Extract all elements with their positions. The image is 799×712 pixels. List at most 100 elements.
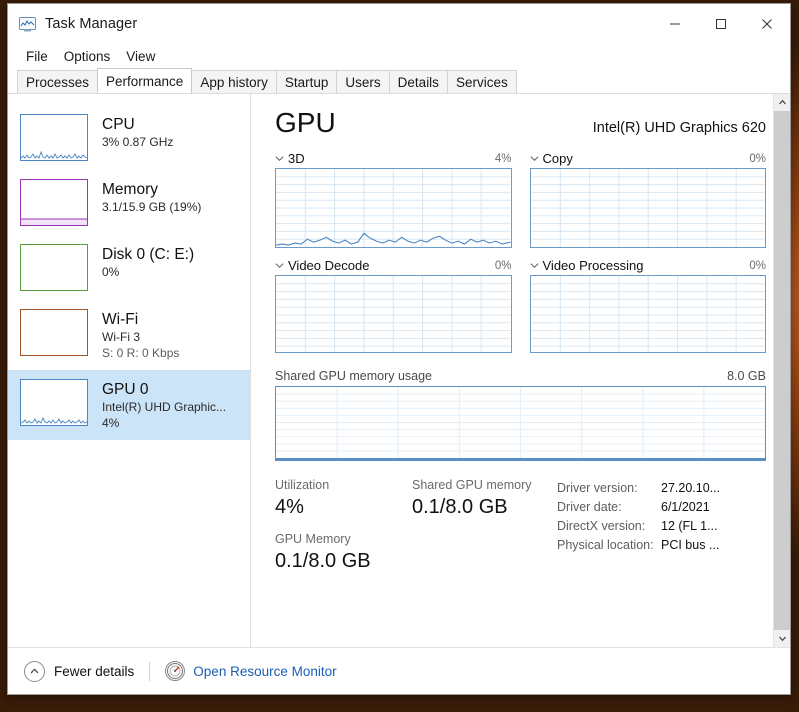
scrollbar-track[interactable] <box>774 111 790 630</box>
engine-name-video-processing: Video Processing <box>542 258 644 273</box>
chevron-down-icon <box>530 263 538 269</box>
stat-utilization: Utilization 4% <box>275 477 412 520</box>
tab-app-history[interactable]: App history <box>191 70 277 93</box>
gpu-info-list: Driver version: 27.20.10... Driver date:… <box>557 477 720 585</box>
maximize-button[interactable] <box>698 4 744 44</box>
shared-memory-header: Shared GPU memory usage 8.0 GB <box>275 369 766 386</box>
wifi-thumbnail-graph <box>20 309 88 356</box>
gpu-device-name: Intel(R) UHD Graphics 620 <box>592 120 766 136</box>
tab-performance[interactable]: Performance <box>97 68 193 93</box>
tab-services[interactable]: Services <box>446 70 517 93</box>
sidebar-item-cpu[interactable]: CPU 3% 0.87 GHz <box>8 105 250 170</box>
task-manager-icon <box>19 16 36 32</box>
shared-memory-max: 8.0 GB <box>727 369 766 383</box>
gpu-stats-left: Utilization 4% Shared GPU memory 0.1/8.0… <box>275 477 555 585</box>
vertical-scrollbar[interactable] <box>773 94 790 647</box>
info-driver-version: Driver version: 27.20.10... <box>557 479 720 498</box>
engine-name-3d: 3D <box>288 151 305 166</box>
shared-memory-section: Shared GPU memory usage 8.0 GB <box>275 369 766 461</box>
sidebar-cpu-name: CPU <box>102 116 135 133</box>
sidebar-item-memory[interactable]: Memory 3.1/15.9 GB (19%) <box>8 170 250 235</box>
open-resource-monitor-link[interactable]: Open Resource Monitor <box>165 661 337 681</box>
tab-users[interactable]: Users <box>336 70 390 93</box>
engine-label-row-video-decode[interactable]: Video Decode 0% <box>275 258 512 275</box>
stat-utilization-value: 4% <box>275 496 304 518</box>
window-title: Task Manager <box>45 16 138 32</box>
sidebar-item-disk[interactable]: Disk 0 (C: E:) 0% <box>8 235 250 300</box>
chevron-up-icon <box>778 99 786 105</box>
resource-sidebar: CPU 3% 0.87 GHz Memory 3.1/15.9 GB (19%) <box>8 94 251 647</box>
info-directx-version-value: 12 (FL 1... <box>661 519 718 533</box>
open-resource-monitor-label: Open Resource Monitor <box>193 663 337 679</box>
stat-gpu-memory-value: 0.1/8.0 GB <box>275 550 371 572</box>
cpu-thumbnail-graph <box>20 114 88 161</box>
menu-file[interactable]: File <box>18 47 56 66</box>
sidebar-gpu-name: GPU 0 <box>102 381 149 398</box>
chevron-up-circle-icon <box>24 660 45 682</box>
task-manager-window: Task Manager File Options View Processes… <box>7 3 791 695</box>
sidebar-gpu-device: Intel(R) UHD Graphic... <box>102 400 227 414</box>
window-controls <box>652 4 790 44</box>
menu-options[interactable]: Options <box>56 47 119 66</box>
tab-startup[interactable]: Startup <box>275 70 338 93</box>
engine-label-row-3d[interactable]: 3D 4% <box>275 151 512 168</box>
graph-shared-memory <box>275 386 766 461</box>
disk-thumbnail-graph <box>20 244 88 291</box>
sidebar-wifi-adapter: Wi-Fi 3 <box>102 330 140 344</box>
stat-gpu-memory: GPU Memory 0.1/8.0 GB <box>275 531 412 574</box>
scroll-down-button[interactable] <box>774 630 790 647</box>
chevron-down-icon <box>275 263 284 269</box>
scrollbar-thumb[interactable] <box>774 111 790 630</box>
engine-label-row-video-processing[interactable]: Video Processing 0% <box>530 258 766 275</box>
engine-label-row-copy[interactable]: Copy 0% <box>530 151 766 168</box>
info-directx-version-key: DirectX version: <box>557 519 646 533</box>
info-driver-date-value: 6/1/2021 <box>661 500 710 514</box>
memory-thumbnail-graph <box>20 179 88 226</box>
sidebar-memory-name: Memory <box>102 181 158 198</box>
stat-gpu-memory-label: GPU Memory <box>275 532 351 546</box>
menu-view[interactable]: View <box>118 47 163 66</box>
close-button[interactable] <box>744 4 790 44</box>
chevron-down-icon <box>530 156 538 162</box>
fewer-details-button[interactable]: Fewer details <box>24 660 134 682</box>
info-driver-date-key: Driver date: <box>557 500 622 514</box>
sidebar-wifi-name: Wi-Fi <box>102 311 139 328</box>
engine-cell-copy: Copy 0% <box>529 151 766 248</box>
tab-bar: Processes Performance App history Startu… <box>8 68 790 94</box>
info-driver-date: Driver date: 6/1/2021 <box>557 498 720 517</box>
menu-bar: File Options View <box>8 44 790 69</box>
engine-value-video-processing: 0% <box>749 259 766 272</box>
status-divider <box>149 661 151 681</box>
sidebar-disk-name: Disk 0 (C: E:) <box>102 246 195 263</box>
tab-processes[interactable]: Processes <box>17 70 99 93</box>
info-physical-location-value: PCI bus ... <box>661 538 720 552</box>
shared-memory-label: Shared GPU memory usage <box>275 369 433 383</box>
sidebar-memory-stat: 3.1/15.9 GB (19%) <box>102 200 202 214</box>
scroll-up-button[interactable] <box>774 94 790 111</box>
sidebar-item-gpu0[interactable]: GPU 0 Intel(R) UHD Graphic... 4% <box>8 370 250 440</box>
gpu-stats: Utilization 4% Shared GPU memory 0.1/8.0… <box>275 477 766 585</box>
gpu-thumbnail-graph <box>20 379 88 426</box>
sidebar-gpu-stat: 4% <box>102 416 120 430</box>
sidebar-item-wifi[interactable]: Wi-Fi Wi-Fi 3 S: 0 R: 0 Kbps <box>8 300 250 370</box>
graph-video-processing <box>529 275 766 353</box>
tab-details[interactable]: Details <box>388 70 448 93</box>
performance-body: CPU 3% 0.87 GHz Memory 3.1/15.9 GB (19%) <box>8 94 790 647</box>
info-directx-version: DirectX version: 12 (FL 1... <box>557 517 720 536</box>
stat-utilization-label: Utilization <box>275 478 330 492</box>
sidebar-wifi-throughput: S: 0 R: 0 Kbps <box>102 346 180 360</box>
page-title: GPU <box>275 107 336 138</box>
sidebar-disk-stat: 0% <box>102 265 120 279</box>
gpu-header: GPU Intel(R) UHD Graphics 620 <box>275 107 766 139</box>
chevron-down-icon <box>778 636 786 642</box>
graph-video-decode <box>275 275 512 353</box>
stat-shared-gpu-memory-label: Shared GPU memory <box>412 478 532 492</box>
minimize-button[interactable] <box>652 4 698 44</box>
sidebar-cpu-stat: 3% 0.87 GHz <box>102 135 174 149</box>
graph-3d <box>275 168 512 248</box>
engine-cell-video-processing: Video Processing 0% <box>529 258 766 353</box>
title-bar: Task Manager <box>8 4 790 44</box>
engine-value-copy: 0% <box>749 152 766 165</box>
stat-shared-gpu-memory-value: 0.1/8.0 GB <box>412 496 508 518</box>
info-driver-version-value: 27.20.10... <box>661 481 721 495</box>
